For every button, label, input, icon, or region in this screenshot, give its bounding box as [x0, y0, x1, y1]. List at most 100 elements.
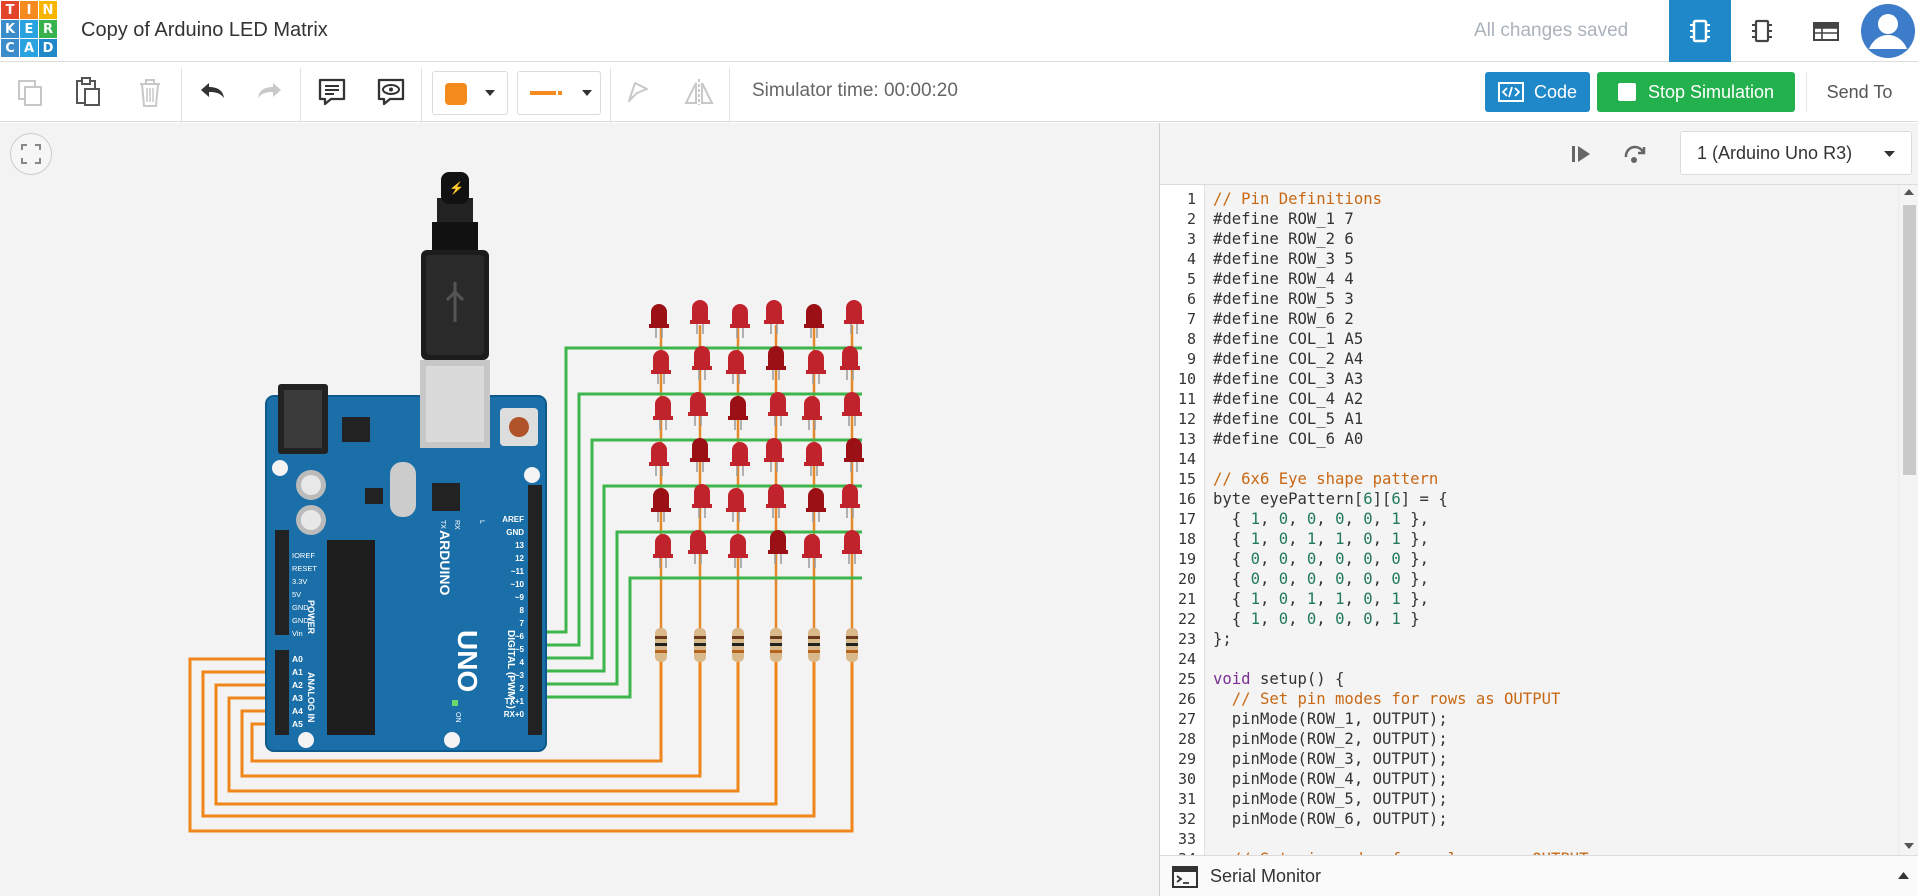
- pin-label: IOREF: [292, 551, 315, 560]
- chevron-up-icon[interactable]: [1898, 872, 1909, 879]
- pin-label: TX+1: [505, 697, 525, 706]
- led[interactable]: [688, 392, 708, 426]
- stop-simulation-button[interactable]: Stop Simulation: [1597, 72, 1795, 112]
- line-number: 31: [1177, 790, 1196, 808]
- led[interactable]: [688, 530, 708, 564]
- line-number: 25: [1177, 670, 1196, 688]
- circuit-canvas[interactable]: ARDUINO UNO DIGITAL (PWM~) POWER ANALOG …: [0, 123, 1159, 896]
- copy-button[interactable]: [10, 72, 50, 112]
- paste-icon: [76, 77, 100, 106]
- pin-label: ~3: [515, 671, 525, 680]
- led[interactable]: [726, 488, 746, 522]
- led[interactable]: [649, 442, 669, 476]
- pin-label: 7: [520, 619, 525, 628]
- pin-label: A1: [292, 667, 303, 677]
- led[interactable]: [844, 300, 864, 334]
- paste-button[interactable]: [68, 72, 108, 112]
- led[interactable]: [840, 346, 860, 380]
- line-number: 22: [1177, 610, 1196, 628]
- line-number: 8: [1186, 330, 1196, 348]
- logo-letter: K: [1, 20, 19, 38]
- project-title[interactable]: Copy of Arduino LED Matrix: [81, 19, 328, 42]
- send-to-button[interactable]: Send To: [1806, 72, 1912, 112]
- resistor[interactable]: [655, 628, 667, 662]
- resistor-array[interactable]: [655, 628, 858, 662]
- logo-letter: A: [20, 39, 38, 57]
- led[interactable]: [653, 396, 673, 430]
- led-matrix[interactable]: [649, 300, 864, 568]
- led[interactable]: [806, 488, 826, 522]
- component-list-button[interactable]: [1795, 0, 1857, 62]
- pin-label: A5: [292, 719, 303, 729]
- led[interactable]: [692, 346, 712, 380]
- notes-visibility-button[interactable]: [371, 72, 411, 112]
- step-button[interactable]: [1561, 134, 1601, 174]
- redo-icon: [258, 83, 281, 98]
- scrollbar-thumb[interactable]: [1903, 205, 1916, 475]
- debug-button[interactable]: [1615, 134, 1655, 174]
- code-line: #define ROW_2 6: [1213, 230, 1354, 248]
- line-number: 26: [1177, 690, 1196, 708]
- tinkercad-logo[interactable]: TIN KER CAD: [0, 0, 57, 58]
- logo-letter: T: [1, 1, 19, 19]
- wire-style-picker[interactable]: [517, 71, 601, 115]
- flip-button[interactable]: [679, 72, 719, 112]
- line-number: 12: [1177, 410, 1196, 428]
- code-line: pinMode(ROW_2, OUTPUT);: [1213, 730, 1448, 748]
- circuit-view-button[interactable]: [1669, 0, 1731, 62]
- led[interactable]: [649, 304, 669, 338]
- serial-monitor-bar[interactable]: Serial Monitor: [1160, 855, 1918, 896]
- code-line: void setup() {: [1213, 670, 1345, 688]
- notes-button[interactable]: [312, 72, 352, 112]
- toolbar-separator: [421, 68, 422, 124]
- undo-button[interactable]: [192, 72, 232, 112]
- save-status: All changes saved: [1474, 20, 1629, 41]
- resistor[interactable]: [808, 628, 820, 662]
- led[interactable]: [764, 438, 784, 472]
- led[interactable]: [802, 396, 822, 430]
- led[interactable]: [768, 530, 788, 564]
- redo-button[interactable]: [250, 72, 290, 112]
- device-select[interactable]: 1 (Arduino Uno R3): [1680, 131, 1912, 175]
- code-line: { 1, 0, 1, 1, 0, 1 },: [1213, 590, 1429, 608]
- code-text-area[interactable]: // Pin Definitions #define ROW_1 7 #define…: [1205, 185, 1897, 855]
- scroll-down-icon[interactable]: [1904, 843, 1914, 850]
- pin-label: 5V: [292, 590, 301, 599]
- delete-icon: [140, 79, 160, 107]
- rotate-button[interactable]: [618, 72, 658, 112]
- component-list-icon: [1813, 22, 1839, 41]
- line-number: 28: [1177, 730, 1196, 748]
- led[interactable]: [730, 442, 750, 476]
- line-number: 20: [1177, 570, 1196, 588]
- delete-button[interactable]: [130, 72, 170, 112]
- resistor[interactable]: [846, 628, 858, 662]
- tinkercad-window: TIN KER CAD Copy of Arduino LED Matrix All…: [0, 0, 1918, 896]
- resistor[interactable]: [770, 628, 782, 662]
- editor-scrollbar[interactable]: [1900, 185, 1918, 855]
- led[interactable]: [840, 484, 860, 518]
- schematic-view-button[interactable]: [1731, 0, 1793, 62]
- led[interactable]: [802, 534, 822, 568]
- led[interactable]: [653, 534, 673, 568]
- led[interactable]: [768, 392, 788, 426]
- led[interactable]: [730, 304, 750, 338]
- color-picker[interactable]: [432, 71, 508, 115]
- led[interactable]: [844, 438, 864, 472]
- l-label: L: [478, 520, 485, 524]
- led[interactable]: [806, 350, 826, 384]
- scroll-up-icon[interactable]: [1904, 189, 1914, 196]
- pin-label: 2: [520, 684, 525, 693]
- user-avatar[interactable]: [1857, 0, 1918, 62]
- resistor[interactable]: [694, 628, 706, 662]
- led[interactable]: [764, 300, 784, 334]
- debugger-icon: [1624, 145, 1646, 163]
- resistor[interactable]: [732, 628, 744, 662]
- line-number: 21: [1177, 590, 1196, 608]
- led[interactable]: [692, 484, 712, 518]
- code-button[interactable]: Code: [1485, 72, 1590, 112]
- pin-label: ~5: [515, 645, 525, 654]
- circuit-diagram[interactable]: ARDUINO UNO DIGITAL (PWM~) POWER ANALOG …: [0, 123, 1159, 896]
- led[interactable]: [726, 350, 746, 384]
- code-line: #define COL_6 A0: [1213, 430, 1364, 448]
- code-line: { 0, 0, 0, 0, 0, 0 },: [1213, 570, 1429, 588]
